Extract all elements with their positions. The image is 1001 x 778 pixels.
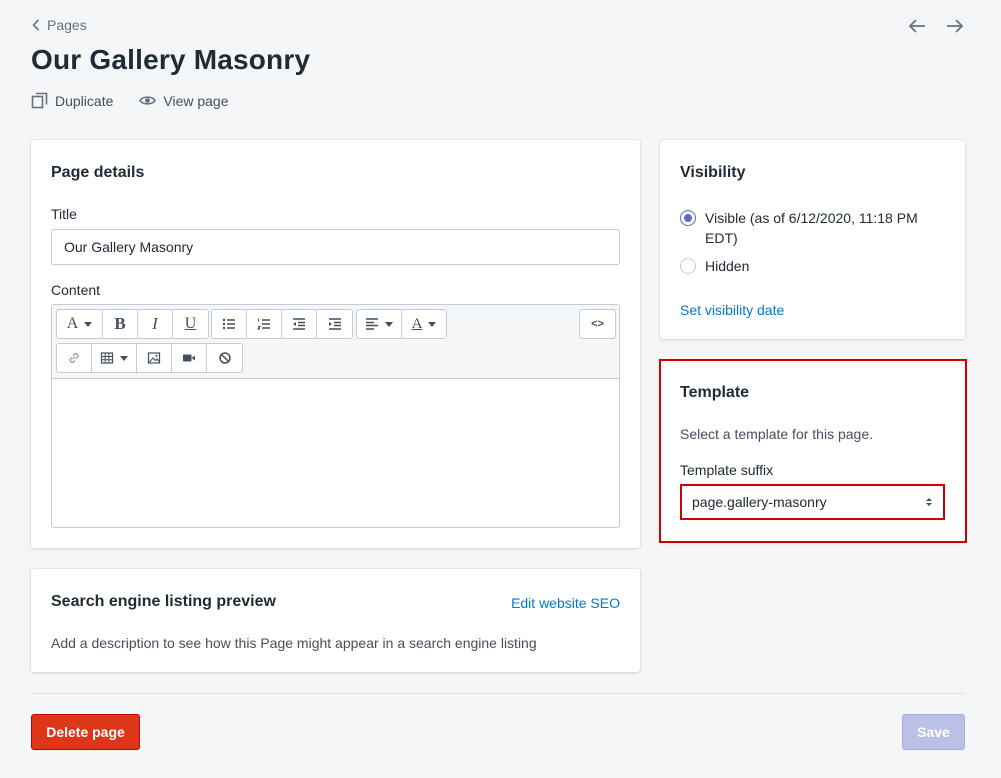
- edit-website-seo-link[interactable]: Edit website SEO: [511, 595, 620, 611]
- seo-heading: Search engine listing preview: [51, 593, 276, 610]
- font-dropdown-button[interactable]: A: [57, 310, 103, 338]
- chevron-down-icon: [428, 321, 437, 327]
- page-details-heading: Page details: [51, 164, 145, 181]
- insert-link-button[interactable]: [57, 344, 92, 372]
- breadcrumb[interactable]: Pages: [31, 17, 87, 33]
- visibility-option-hidden[interactable]: Hidden: [680, 256, 749, 276]
- insert-table-button[interactable]: [92, 344, 137, 372]
- seo-description: Add a description to see how this Page m…: [51, 635, 537, 651]
- bullet-list-icon: [222, 318, 235, 330]
- template-card: Template Select a template for this page…: [660, 360, 965, 542]
- visible-label: Visible (as of 6/12/2020, 11:18 PM EDT): [705, 210, 918, 246]
- duplicate-label: Duplicate: [55, 92, 114, 109]
- text-color-icon: A: [411, 315, 423, 332]
- visibility-heading: Visibility: [680, 164, 746, 181]
- duplicate-button[interactable]: Duplicate: [31, 92, 113, 109]
- template-suffix-value: page.gallery-masonry: [692, 494, 827, 510]
- select-arrows-icon: [926, 498, 932, 506]
- text-style-group: A B I U: [56, 309, 209, 339]
- bold-button[interactable]: B: [103, 310, 138, 338]
- template-description: Select a template for this page.: [680, 426, 873, 442]
- eye-icon: [139, 96, 157, 105]
- seo-preview-card: Search engine listing preview Edit websi…: [31, 569, 640, 672]
- insert-video-button[interactable]: [172, 344, 207, 372]
- align-left-icon: [366, 318, 378, 330]
- outdent-button[interactable]: [282, 310, 317, 338]
- numbered-list-button[interactable]: [247, 310, 282, 338]
- radio-hidden[interactable]: [680, 258, 696, 274]
- save-button[interactable]: Save: [902, 714, 965, 750]
- show-html-button[interactable]: <>: [580, 310, 615, 338]
- title-label: Title: [51, 206, 77, 222]
- indent-button[interactable]: [317, 310, 352, 338]
- visibility-option-visible[interactable]: Visible (as of 6/12/2020, 11:18 PM EDT): [680, 208, 940, 248]
- page-actions: Duplicate View page: [31, 92, 229, 109]
- video-camera-icon: [183, 354, 195, 362]
- clear-formatting-button[interactable]: [207, 344, 242, 372]
- indent-icon: [328, 318, 341, 330]
- text-color-button[interactable]: A: [402, 310, 446, 338]
- delete-page-button[interactable]: Delete page: [31, 714, 140, 750]
- underline-button[interactable]: U: [173, 310, 208, 338]
- rich-text-editor: A B I U A <>: [51, 304, 620, 528]
- title-input[interactable]: Our Gallery Masonry: [51, 229, 620, 265]
- pagination-arrows: [907, 16, 965, 36]
- duplicate-icon: [31, 92, 48, 109]
- hidden-label: Hidden: [705, 258, 750, 274]
- html-group: <>: [579, 309, 616, 339]
- font-icon: A: [66, 315, 79, 332]
- visibility-card: Visibility Visible (as of 6/12/2020, 11:…: [660, 140, 965, 339]
- bullet-list-button[interactable]: [212, 310, 247, 338]
- italic-button[interactable]: I: [138, 310, 173, 338]
- code-icon: <>: [591, 318, 604, 330]
- link-icon: [69, 353, 79, 363]
- footer-divider: [31, 693, 965, 694]
- alignment-color-group: A: [356, 309, 447, 339]
- previous-arrow-icon[interactable]: [907, 16, 927, 36]
- chevron-down-icon: [385, 321, 393, 327]
- set-visibility-date-link[interactable]: Set visibility date: [680, 302, 784, 318]
- view-page-label: View page: [163, 92, 229, 109]
- bold-icon: B: [114, 314, 126, 333]
- breadcrumb-label: Pages: [47, 17, 87, 33]
- page-details-card: Page details Title Our Gallery Masonry C…: [31, 140, 640, 548]
- template-suffix-select[interactable]: page.gallery-masonry: [680, 485, 945, 519]
- view-page-button[interactable]: View page: [139, 92, 229, 109]
- insert-image-button[interactable]: [137, 344, 172, 372]
- content-label: Content: [51, 282, 101, 298]
- outdent-icon: [293, 318, 305, 330]
- editor-toolbar: A B I U A <>: [52, 305, 619, 379]
- list-group: [211, 309, 353, 339]
- template-heading: Template: [680, 384, 750, 401]
- chevron-left-icon: [32, 19, 40, 31]
- underline-icon: U: [184, 315, 197, 332]
- chevron-down-icon: [84, 321, 93, 327]
- numbered-list-icon: [257, 318, 270, 330]
- next-arrow-icon[interactable]: [945, 16, 965, 36]
- insert-group: [56, 343, 243, 373]
- template-suffix-label: Template suffix: [680, 462, 774, 478]
- table-icon: [100, 352, 114, 364]
- radio-visible[interactable]: [680, 210, 696, 226]
- image-icon: [147, 352, 161, 364]
- italic-icon: I: [152, 314, 158, 333]
- editor-content-area[interactable]: [52, 379, 619, 527]
- align-dropdown-button[interactable]: [357, 310, 402, 338]
- chevron-down-icon: [120, 355, 128, 361]
- page-title: Our Gallery Masonry: [31, 44, 311, 75]
- clear-formatting-icon: [218, 352, 231, 364]
